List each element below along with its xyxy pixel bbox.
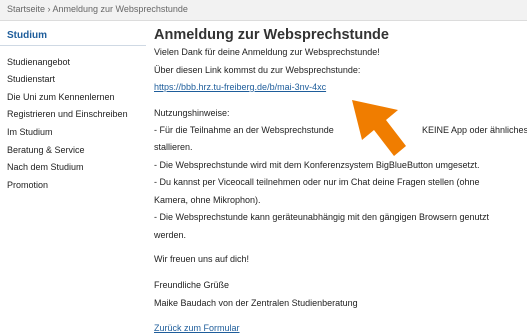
- breadcrumb-bar: Startseite › Anmeldung zur Websprechstun…: [0, 0, 527, 21]
- arrow-pointer-shape: [352, 100, 406, 156]
- back-to-form-link[interactable]: Zurück zum Formular: [154, 323, 240, 334]
- usage-line-2: stallieren.: [154, 142, 193, 152]
- sidebar-item-nach-dem-studium[interactable]: Nach dem Studium: [7, 162, 84, 172]
- usage-line-1: - Für die Teilnahme an der Websprechstun…: [154, 125, 334, 135]
- usage-line-3: - Die Websprechstunde wird mit dem Konfe…: [154, 160, 480, 170]
- signature-text: Maike Baudach von der Zentralen Studienb…: [154, 298, 358, 308]
- sidebar-item-registrieren[interactable]: Registrieren und Einschreiben: [7, 109, 128, 119]
- thanks-text: Vielen Dank für deine Anmeldung zur Webs…: [154, 47, 380, 57]
- usage-line-1-continued: KEINE App oder ähnliches in-: [422, 125, 527, 135]
- sidebar-item-promotion[interactable]: Promotion: [7, 180, 48, 190]
- usage-line-4: - Du kannst per Viceocall teilnehmen ode…: [154, 177, 480, 187]
- breadcrumb[interactable]: Startseite › Anmeldung zur Websprechstun…: [7, 4, 188, 14]
- usage-line-5: Kamera, ohne Mikrophon).: [154, 195, 261, 205]
- link-intro-text: Über diesen Link kommst du zur Websprech…: [154, 65, 361, 75]
- sidebar-item-uni-kennenlernen[interactable]: Die Uni zum Kennenlernen: [7, 92, 115, 102]
- closing-text: Wir freuen uns auf dich!: [154, 254, 250, 264]
- usage-line-6: - Die Websprechstunde kann geräteunabhän…: [154, 212, 490, 222]
- sidebar-item-studienangebot[interactable]: Studienangebot: [7, 57, 70, 67]
- sidebar-item-im-studium[interactable]: Im Studium: [7, 127, 53, 137]
- arrow-pointer-icon: [352, 100, 406, 156]
- greeting-text: Freundliche Grüße: [154, 280, 230, 290]
- page-title: Anmeldung zur Websprechstunde: [154, 27, 389, 43]
- sidebar-item-beratung[interactable]: Beratung & Service: [7, 145, 85, 155]
- usage-line-7: werden.: [154, 230, 187, 240]
- sidebar-item-studienstart[interactable]: Studienstart: [7, 74, 55, 84]
- usage-heading: Nutzungshinweise:: [154, 108, 230, 118]
- sidebar-title[interactable]: Studium: [7, 30, 47, 41]
- meeting-link[interactable]: https://bbb.hrz.tu-freiberg.de/b/mai-3nv…: [154, 82, 326, 93]
- sidebar-divider: [0, 45, 146, 46]
